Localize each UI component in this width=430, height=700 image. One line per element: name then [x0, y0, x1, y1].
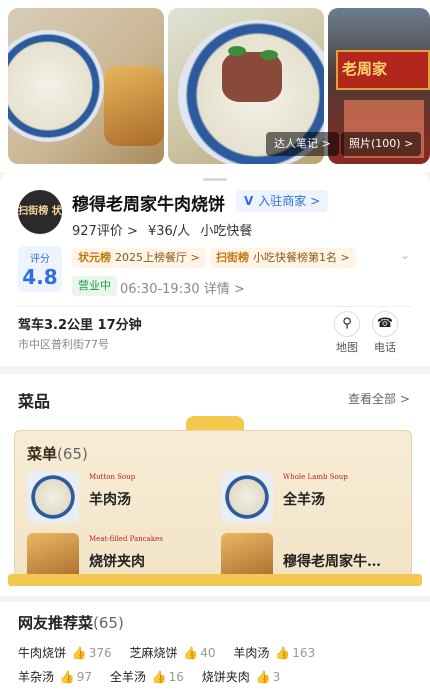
- score-label: 评分: [30, 254, 50, 265]
- thumbs-up-icon: 👍: [68, 646, 87, 660]
- dish-name: 羊杂汤: [18, 670, 55, 684]
- rank-brand: 扫街榜: [216, 251, 249, 264]
- herb-garnish: [260, 50, 278, 60]
- recommended-title-text: 网友推荐菜: [18, 614, 94, 632]
- rank-badge-zhuangyuan[interactable]: 状元榜 2025上榜餐厅 >: [72, 248, 206, 268]
- like-count: 40: [200, 646, 216, 660]
- merchant-label: 入驻商家 >: [258, 194, 321, 208]
- divider: [18, 306, 412, 307]
- recommended-count: (65): [93, 614, 124, 632]
- open-status-badge: 营业中: [72, 276, 117, 296]
- recommended-row: 牛肉烧饼 👍 376 芝麻烧饼 👍 40 羊肉汤 👍 163: [18, 644, 329, 661]
- chevron-down-icon[interactable]: ⌄: [400, 248, 410, 262]
- menu-title-text: 菜单: [27, 445, 58, 463]
- dish-name: 烧饼夹肉: [201, 670, 250, 684]
- category: 小吃快餐: [200, 224, 253, 239]
- menu-count: (65): [57, 445, 88, 463]
- shop-sign: 老周家: [336, 50, 430, 90]
- recommended-dish[interactable]: 全羊汤 👍 16: [110, 670, 184, 684]
- menu-item[interactable]: Mutton Soup 羊肉汤: [27, 471, 217, 529]
- like-count: 97: [76, 670, 93, 684]
- like-count: 3: [272, 670, 281, 684]
- recommended-dish[interactable]: 羊杂汤 👍 97: [18, 670, 92, 684]
- like-count: 16: [168, 670, 184, 684]
- dish-thumbnail: [27, 471, 79, 523]
- like-count: 163: [292, 646, 316, 660]
- dish-english-name: Mutton Soup: [89, 473, 136, 481]
- dish-name: 芝麻烧饼: [129, 646, 178, 660]
- soup-bowl: [8, 30, 104, 142]
- menu-board-rail: [8, 574, 422, 586]
- thumbs-up-icon: 👍: [147, 670, 167, 684]
- rank-text: 小吃快餐榜第1名 >: [253, 251, 350, 264]
- rank-brand: 状元榜: [78, 251, 111, 264]
- hours-text: 06:30-19:30: [120, 282, 200, 297]
- photo-gallery[interactable]: 老周家 达人笔记 > 照片(100) >: [0, 0, 430, 172]
- recommended-dish[interactable]: 烧饼夹肉 👍 3: [202, 670, 280, 684]
- rank-text: 2025上榜餐厅 >: [115, 251, 200, 264]
- reviews-link[interactable]: 927评价 >: [72, 224, 138, 239]
- dish-name: 全羊汤: [283, 492, 325, 508]
- recommended-row: 羊杂汤 👍 97 全羊汤 👍 16 烧饼夹肉 👍 3: [18, 668, 294, 685]
- thumbs-up-icon: 👍: [179, 646, 199, 660]
- business-hours: 06:30-19:30 详情 >: [120, 278, 245, 297]
- phone-icon: ☎: [372, 311, 398, 337]
- price-per-person: ¥36/人: [147, 224, 191, 239]
- verified-icon: V: [244, 194, 254, 208]
- recommended-dish[interactable]: 芝麻烧饼 👍 40: [130, 646, 216, 660]
- map-button[interactable]: ⚲ 地图: [332, 311, 362, 355]
- merchant-badge[interactable]: V 入驻商家 >: [236, 190, 329, 212]
- dish-thumbnail: [221, 471, 273, 523]
- herb-garnish: [228, 46, 246, 56]
- drive-distance: 驾车3.2公里 17分钟: [18, 318, 142, 333]
- menu-item[interactable]: Whole Lamb Soup 全羊汤: [221, 471, 411, 529]
- menu-title: 菜单(65): [27, 443, 88, 464]
- dish-name: 烧饼夹肉: [89, 554, 145, 570]
- hours-detail-link[interactable]: 详情 >: [204, 282, 245, 297]
- phone-button[interactable]: ☎ 电话: [370, 311, 400, 355]
- like-count: 376: [88, 646, 112, 660]
- recommended-dish[interactable]: 羊肉汤 👍 163: [233, 646, 315, 660]
- store-meta: 927评价 > ¥36/人 小吃快餐: [72, 220, 258, 239]
- store-name: 穆得老周家牛肉烧饼: [72, 195, 225, 215]
- pancake: [104, 66, 164, 146]
- store-detail-page: 老周家 达人笔记 > 照片(100) > 扫街榜 状元 穆得老周家牛肉烧饼 V入…: [0, 0, 430, 700]
- store-info-card: 扫街榜 状元 穆得老周家牛肉烧饼 V 入驻商家 > 927评价 > ¥36/人 小…: [0, 170, 430, 366]
- score-badge: 评分 4.8: [18, 246, 62, 292]
- score-value: 4.8: [22, 265, 58, 289]
- recommended-dish[interactable]: 牛肉烧饼 👍 376: [18, 646, 112, 660]
- dish-english-name: Whole Lamb Soup: [283, 473, 348, 481]
- dishes-title: 菜品: [18, 392, 51, 411]
- address[interactable]: 市中区普利街77号: [18, 336, 109, 352]
- thumbs-up-icon: 👍: [251, 670, 271, 684]
- gallery-photo-soup[interactable]: [8, 8, 164, 164]
- dish-name: 牛肉烧饼: [18, 646, 67, 660]
- recommended-dishes-section: 网友推荐菜(65) 牛肉烧饼 👍 376 芝麻烧饼 👍 40 羊肉汤 👍 163 羊杂…: [0, 602, 430, 700]
- shop-sign-text: 老周家: [342, 60, 388, 78]
- menu-board[interactable]: 菜单(65) Mutton Soup 羊肉汤 Whole Lamb Soup 全…: [14, 430, 412, 585]
- ranking-badge-logo: 扫街榜 状元: [18, 190, 62, 261]
- meat-slices: [222, 52, 282, 102]
- map-pin-icon: ⚲: [334, 311, 360, 337]
- see-all-dishes-link[interactable]: 查看全部 >: [348, 390, 410, 407]
- expert-notes-button[interactable]: 达人笔记 >: [266, 132, 339, 156]
- photos-button[interactable]: 照片(100) >: [341, 132, 422, 156]
- map-label: 地图: [336, 341, 358, 354]
- dishes-section: 菜品 查看全部 > 菜单(65) Mutton Soup 羊肉汤 Whole L…: [0, 374, 430, 596]
- dish-name: 全羊汤: [109, 670, 146, 684]
- dish-name: 羊肉汤: [233, 646, 270, 660]
- recommended-title: 网友推荐菜(65): [18, 612, 124, 633]
- rank-badge-saojie[interactable]: 扫街榜 小吃快餐榜第1名 >: [210, 248, 356, 268]
- drag-handle[interactable]: [203, 178, 227, 181]
- thumbs-up-icon: 👍: [56, 670, 75, 684]
- thumbs-up-icon: 👍: [271, 646, 291, 660]
- dish-name: 羊肉汤: [89, 492, 131, 508]
- phone-label: 电话: [374, 341, 396, 354]
- dish-name: 穆得老周家牛…: [283, 554, 381, 570]
- dish-english-name: Meat-filled Pancakes: [89, 535, 163, 543]
